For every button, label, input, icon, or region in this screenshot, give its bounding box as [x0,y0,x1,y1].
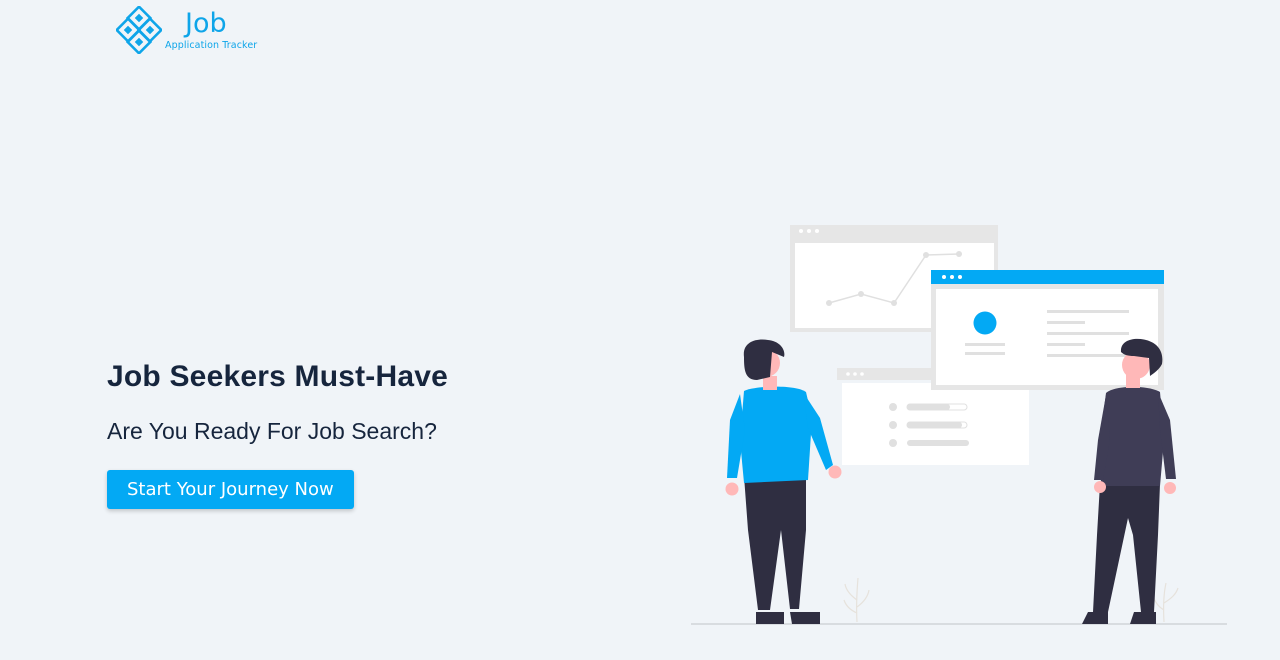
brand-subtitle: Application Tracker [165,40,258,51]
start-journey-button[interactable]: Start Your Journey Now [107,470,354,509]
hero-illustration [691,225,1227,625]
landing-page: Job Application Tracker Job Seekers Must… [0,0,1280,660]
brand-title: Job [185,8,227,39]
brand-logo-icon [116,6,162,54]
hero-subtitle: Are You Ready For Job Search? [107,418,437,444]
brand-logo-text: Job Application Tracker [165,10,257,52]
woman-figure-illustration [725,339,842,624]
brand-logo[interactable]: Job Application Tracker [116,6,257,54]
plant-left-illustration [843,577,870,623]
plant-right-illustration [1152,582,1179,623]
hero-title: Job Seekers Must-Have [107,360,449,393]
hero-section: Job Seekers Must-Have Are You Ready For … [107,358,448,509]
